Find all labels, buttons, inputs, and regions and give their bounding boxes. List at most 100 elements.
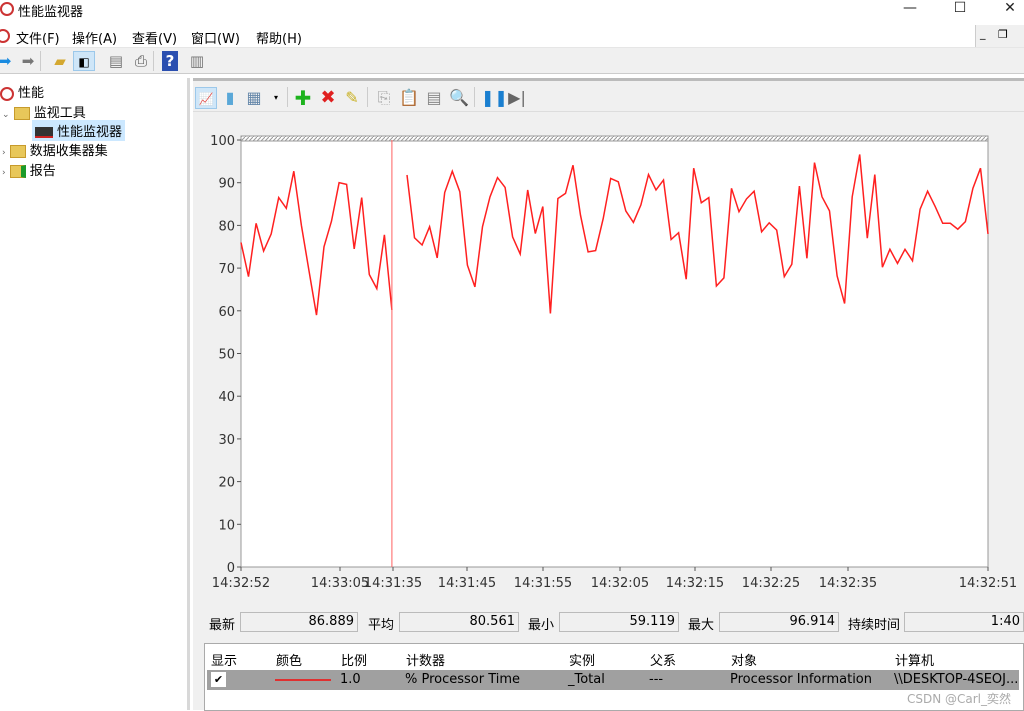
header-object[interactable]: 对象 bbox=[731, 650, 757, 669]
update-data-icon[interactable]: ▶| bbox=[506, 87, 528, 109]
average-value: 80.561 bbox=[399, 612, 519, 632]
zoom-icon[interactable]: 🔍 bbox=[448, 87, 470, 109]
dropdown-icon[interactable]: ▾ bbox=[265, 87, 287, 109]
highlight-icon[interactable]: ✎ bbox=[341, 87, 363, 109]
plot-area bbox=[240, 139, 989, 568]
folder-icon bbox=[13, 107, 30, 120]
last-label: 最新 bbox=[209, 618, 236, 633]
properties-icon[interactable]: ▤ bbox=[423, 87, 445, 109]
x-tick-label: 14:32:51 bbox=[959, 576, 1017, 591]
minimum-value: 59.119 bbox=[559, 612, 679, 632]
close-button[interactable]: ✕ bbox=[990, 0, 1024, 18]
y-tick-label: 100 bbox=[210, 134, 235, 149]
menu-view[interactable]: 查看(V) bbox=[132, 28, 177, 47]
freeze-display-icon[interactable]: ❚❚ bbox=[481, 87, 508, 109]
x-tick-label: 14:33:05 bbox=[311, 576, 369, 591]
view-report-icon[interactable]: ▦ bbox=[243, 87, 265, 109]
back-arrow-icon[interactable]: ➡ bbox=[0, 51, 16, 71]
forward-arrow-icon[interactable]: ➡ bbox=[17, 51, 39, 71]
y-tick-label: 90 bbox=[218, 177, 235, 192]
minimize-button[interactable]: — bbox=[890, 0, 930, 18]
x-tick-label: 14:32:52 bbox=[212, 576, 270, 591]
chevron-right-icon[interactable]: › bbox=[2, 168, 6, 178]
instance-cell: _Total bbox=[568, 672, 605, 687]
y-tick-label: 60 bbox=[218, 305, 235, 320]
header-computer[interactable]: 计算机 bbox=[895, 650, 934, 669]
mdi-restore-button[interactable]: ❐ bbox=[998, 28, 1008, 41]
mdi-minimize-button[interactable]: _ bbox=[980, 27, 986, 40]
app-icon bbox=[0, 2, 14, 16]
y-tick-label: 0 bbox=[227, 561, 235, 576]
chevron-down-icon[interactable]: ⌄ bbox=[2, 110, 10, 120]
print-icon[interactable]: ⎙ bbox=[130, 51, 152, 71]
y-tick-label: 40 bbox=[218, 390, 235, 405]
header-show[interactable]: 显示 bbox=[211, 650, 237, 669]
copy-properties-icon[interactable]: ⎘ bbox=[373, 87, 395, 109]
last-value: 86.889 bbox=[240, 612, 358, 632]
x-tick-label: 14:32:35 bbox=[819, 576, 877, 591]
navigation-tree: 性能 ⌄ 监视工具 性能监视器 › 数据收集器集 › 报告 bbox=[0, 78, 190, 710]
performance-graph: 010203040506070809010014:32:52 14:33:0514… bbox=[210, 134, 1017, 591]
y-tick-label: 20 bbox=[218, 476, 235, 491]
view-histogram-icon[interactable]: ▮ bbox=[219, 87, 241, 109]
main-toolbar: ➡ ➡ ▰ ◧ ▤ ⎙ ? ▥ bbox=[0, 48, 1024, 74]
tree-item-data-collector-sets[interactable]: › 数据收集器集 bbox=[2, 140, 108, 159]
graph-toolbar: 📈 ▮ ▦ ▾ ✚ ✖ ✎ ⎘ 📋 ▤ 🔍 ❚❚ ▶| bbox=[193, 84, 1024, 112]
delete-counter-icon[interactable]: ✖ bbox=[317, 87, 339, 109]
chevron-right-icon[interactable]: › bbox=[2, 148, 6, 158]
header-counter[interactable]: 计数器 bbox=[406, 650, 445, 669]
show-hide-tree-icon[interactable]: ◧ bbox=[73, 51, 95, 71]
x-tick-label: 14:32:15 bbox=[666, 576, 724, 591]
maximum-value: 96.914 bbox=[719, 612, 839, 632]
maximize-button[interactable]: ☐ bbox=[940, 0, 980, 18]
average-label: 平均 bbox=[368, 618, 395, 633]
y-tick-label: 80 bbox=[218, 219, 235, 234]
y-tick-label: 30 bbox=[218, 433, 235, 448]
x-tick-label: 14:31:55 bbox=[514, 576, 572, 591]
header-color[interactable]: 颜色 bbox=[276, 650, 302, 669]
show-hide-action-pane-icon[interactable]: ▥ bbox=[186, 51, 208, 71]
menu-file[interactable]: 文件(F) bbox=[16, 28, 60, 47]
show-checkbox[interactable]: ✔ bbox=[211, 672, 226, 687]
x-tick-label: 14:31:45 bbox=[438, 576, 496, 591]
app-menu-icon[interactable] bbox=[0, 29, 10, 43]
menu-bar: 文件(F) 操作(A) 查看(V) 窗口(W) 帮助(H) bbox=[0, 24, 1024, 48]
duration-label: 持续时间 bbox=[848, 618, 901, 633]
maximum-label: 最大 bbox=[688, 618, 715, 633]
x-tick-label: 14:32:25 bbox=[742, 576, 800, 591]
counter-cell: % Processor Time bbox=[405, 672, 521, 687]
counter-legend-table: 显示 颜色 比例 计数器 实例 父系 对象 计算机 ✔ 1.0 % Proces… bbox=[204, 643, 1024, 711]
monitor-icon bbox=[35, 127, 53, 138]
tree-item-monitoring-tools[interactable]: ⌄ 监视工具 bbox=[2, 102, 86, 121]
plot-top-hatch bbox=[240, 135, 989, 142]
menu-window[interactable]: 窗口(W) bbox=[191, 28, 240, 47]
header-scale[interactable]: 比例 bbox=[341, 650, 367, 669]
properties-icon[interactable]: ▤ bbox=[105, 51, 127, 71]
minimum-label: 最小 bbox=[528, 618, 555, 633]
y-tick-label: 70 bbox=[218, 262, 235, 277]
header-parent[interactable]: 父系 bbox=[650, 650, 676, 669]
menu-action[interactable]: 操作(A) bbox=[72, 28, 117, 47]
up-folder-icon[interactable]: ▰ bbox=[49, 51, 71, 71]
y-tick-label: 10 bbox=[218, 518, 235, 533]
watermark: CSDN @Carl_奕然 bbox=[906, 692, 1011, 706]
tree-item-performance-monitor[interactable]: 性能监视器 bbox=[32, 120, 126, 141]
mdi-controls: _ ❐ bbox=[975, 25, 1024, 47]
report-folder-icon bbox=[9, 165, 26, 178]
tree-item-reports[interactable]: › 报告 bbox=[2, 160, 56, 179]
object-cell: Processor Information bbox=[730, 672, 872, 687]
help-icon[interactable]: ? bbox=[162, 51, 178, 71]
performance-icon bbox=[0, 86, 14, 101]
tree-root-performance[interactable]: 性能 bbox=[0, 82, 44, 101]
paste-counter-icon[interactable]: 📋 bbox=[398, 87, 420, 109]
window-title: 性能监视器 bbox=[18, 5, 84, 20]
scale-cell: 1.0 bbox=[340, 672, 361, 687]
menu-help[interactable]: 帮助(H) bbox=[256, 28, 302, 47]
add-counter-icon[interactable]: ✚ bbox=[292, 87, 314, 109]
view-graph-icon[interactable]: 📈 bbox=[195, 87, 217, 109]
color-swatch bbox=[275, 679, 331, 681]
x-tick-label: 14:31:35 bbox=[364, 576, 422, 591]
duration-value: 1:40 bbox=[904, 612, 1024, 632]
table-row[interactable]: ✔ 1.0 % Processor Time _Total --- Proces… bbox=[207, 670, 1019, 690]
header-instance[interactable]: 实例 bbox=[569, 650, 595, 669]
